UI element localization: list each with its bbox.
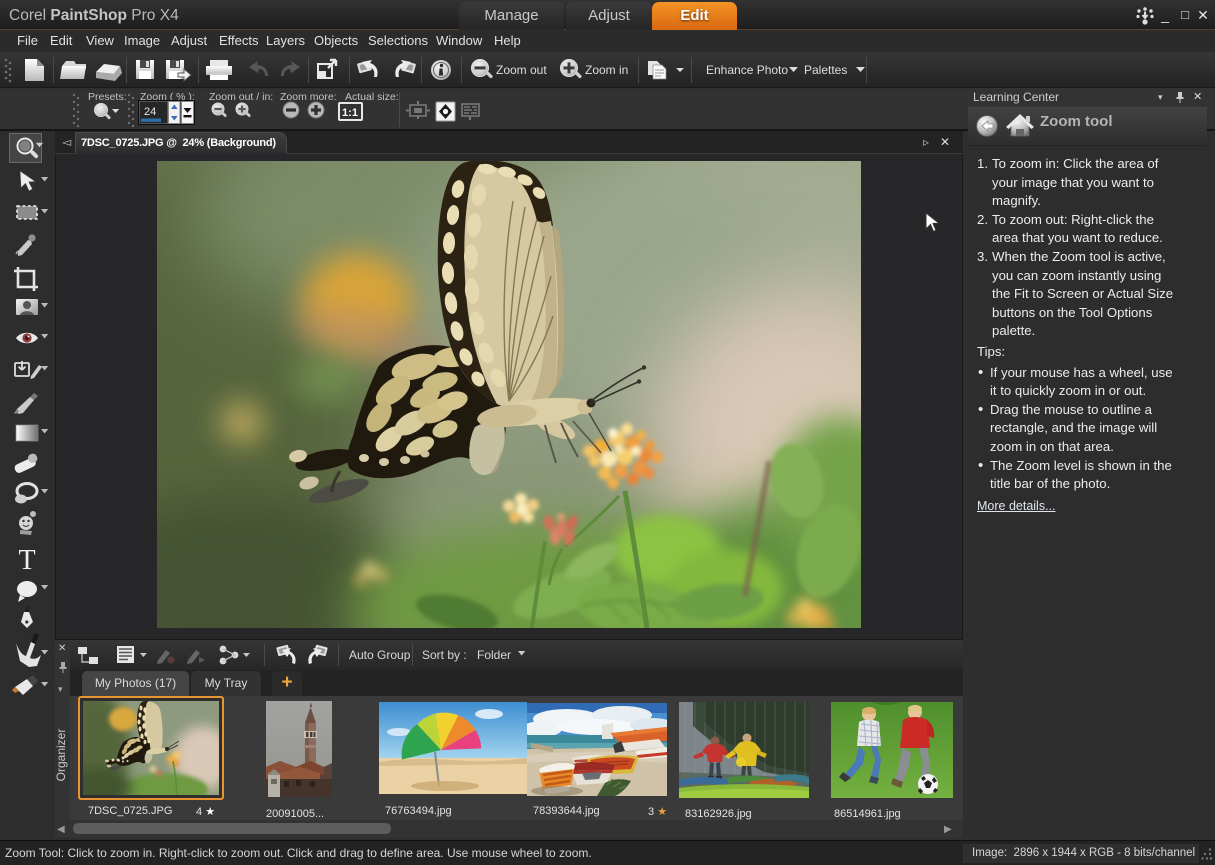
svg-text:1:1: 1:1 [342, 107, 358, 119]
svg-text:T: T [18, 545, 35, 576]
svg-text:24: 24 [144, 106, 156, 118]
